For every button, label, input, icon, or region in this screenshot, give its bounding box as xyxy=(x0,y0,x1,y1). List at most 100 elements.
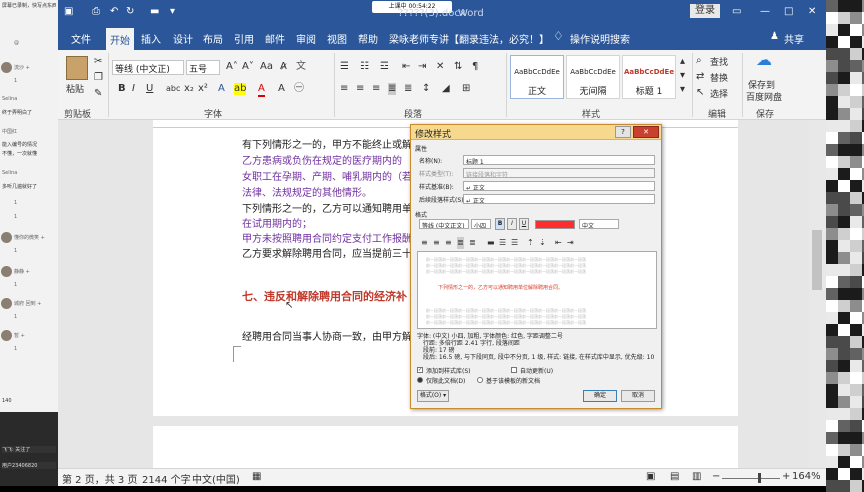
print-icon[interactable]: ⎙ xyxy=(92,6,100,18)
clear-format-icon[interactable]: A̷ xyxy=(280,61,287,73)
dlg-align-right-icon[interactable]: ≡ xyxy=(445,237,452,249)
underline-icon[interactable]: U xyxy=(146,83,153,95)
format-painter-icon[interactable]: ✎ xyxy=(94,88,102,100)
zoom-level[interactable]: 164% xyxy=(792,471,821,482)
font-name-combo[interactable]: 等线 (中文正) xyxy=(112,60,184,75)
tab-help[interactable]: 帮助 xyxy=(358,31,378,46)
tab-references[interactable]: 引用 xyxy=(234,31,254,46)
dialog-bold-button[interactable]: B xyxy=(495,218,505,230)
align-left-icon[interactable]: ≡ xyxy=(340,83,348,95)
next-style-select[interactable]: ↵ 正文 xyxy=(463,194,655,204)
dlg-decrease-indent-icon[interactable]: ⇤ xyxy=(555,237,562,249)
shading-icon[interactable]: ◢ xyxy=(442,83,450,95)
change-case-icon[interactable]: Aa xyxy=(260,61,273,73)
dialog-close-icon[interactable]: ✕ xyxy=(633,126,659,138)
dlg-align-center-icon[interactable]: ≡ xyxy=(433,237,440,249)
tab-insert[interactable]: 插入 xyxy=(141,31,161,46)
auto-update-checkbox[interactable] xyxy=(511,367,517,373)
style-normal[interactable]: AaBbCcDdEe 正文 xyxy=(510,55,564,99)
macro-icon[interactable]: ▦ xyxy=(252,471,261,482)
dlg-space-before-icon[interactable]: ⇡ xyxy=(527,237,534,249)
help-icon[interactable]: ? xyxy=(615,126,631,138)
cut-icon[interactable]: ✂ xyxy=(94,56,102,68)
ribbon-display-icon[interactable]: ▭ xyxy=(732,6,741,18)
cancel-button[interactable]: 取消 xyxy=(621,390,655,402)
scroll-thumb[interactable] xyxy=(812,230,822,290)
dialog-lang-select[interactable]: 中文 xyxy=(579,219,619,229)
tab-file[interactable]: 文件 xyxy=(71,31,91,46)
dlg-increase-indent-icon[interactable]: ⇥ xyxy=(567,237,574,249)
text-effects-icon[interactable]: A xyxy=(218,83,225,95)
phonetic-icon[interactable]: 文 xyxy=(296,61,306,73)
zoom-slider-thumb[interactable] xyxy=(758,473,761,483)
align-right-icon[interactable]: ≡ xyxy=(372,83,380,95)
add-to-gallery-checkbox[interactable]: ✓ xyxy=(417,367,423,373)
show-marks-icon[interactable]: ¶ xyxy=(472,61,478,73)
strikethrough-icon[interactable]: abc xyxy=(166,83,180,95)
customize-icon[interactable]: ▾ xyxy=(170,6,175,18)
new-docs-radio[interactable] xyxy=(477,377,483,383)
dlg-justify-icon[interactable]: ≣ xyxy=(457,237,464,249)
replace-button[interactable]: 替换 xyxy=(710,71,728,84)
align-center-icon[interactable]: ≡ xyxy=(356,83,364,95)
dlg-space-after-icon[interactable]: ⇣ xyxy=(539,237,546,249)
multilevel-icon[interactable]: ☲ xyxy=(380,61,389,73)
grow-font-icon[interactable]: A˄ xyxy=(226,61,238,73)
dlg-align-left-icon[interactable]: ≡ xyxy=(421,237,428,249)
decrease-indent-icon[interactable]: ⇤ xyxy=(402,61,410,73)
page-count[interactable]: 第 2 页，共 3 页 xyxy=(62,471,137,486)
tell-me-search[interactable]: 操作说明搜索 xyxy=(570,31,630,46)
dialog-size-select[interactable]: 小四 xyxy=(471,219,491,229)
subscript-icon[interactable]: x₂ xyxy=(184,83,194,95)
close-icon[interactable]: ✕ xyxy=(808,6,816,18)
justify-icon[interactable]: ≣ xyxy=(388,83,397,95)
bullets-icon[interactable]: ☰ xyxy=(340,61,349,73)
name-field[interactable]: 标题 1 xyxy=(463,155,655,165)
superscript-icon[interactable]: x² xyxy=(198,83,208,95)
style-heading-1[interactable]: AaBbCcDdEe 标题 1 xyxy=(622,55,676,99)
dlg-distributed-icon[interactable]: ≣ xyxy=(469,237,476,249)
vertical-scrollbar[interactable] xyxy=(809,120,826,468)
shrink-font-icon[interactable]: A˅ xyxy=(242,61,254,73)
select-icon[interactable]: ↖ xyxy=(696,87,704,99)
increase-indent-icon[interactable]: ⇥ xyxy=(418,61,426,73)
italic-icon[interactable]: I xyxy=(132,83,135,95)
login-button[interactable]: 登录 xyxy=(690,4,720,18)
tab-mailings[interactable]: 邮件 xyxy=(265,31,285,46)
minimize-icon[interactable]: — xyxy=(760,6,770,18)
web-layout-icon[interactable]: ▥ xyxy=(692,471,701,482)
dialog-underline-button[interactable]: U xyxy=(519,218,529,230)
enclosed-char-icon[interactable]: ㊀ xyxy=(294,83,304,95)
borders-icon[interactable]: ⊞ xyxy=(462,83,470,95)
read-mode-icon[interactable]: ▣ xyxy=(646,471,655,482)
folder-icon[interactable]: ▬ xyxy=(150,6,159,18)
bold-icon[interactable]: B xyxy=(118,83,126,95)
dlg-spacing-2-icon[interactable]: ☰ xyxy=(499,237,506,249)
replace-icon[interactable]: ⇄ xyxy=(696,71,704,83)
baidu-cloud-icon[interactable]: ☁ xyxy=(756,52,772,68)
document-page-2[interactable] xyxy=(153,426,738,468)
chinese-layout-icon[interactable]: ✕ xyxy=(436,61,444,73)
char-shading-icon[interactable]: A xyxy=(278,83,285,95)
dlg-spacing-3-icon[interactable]: ☰ xyxy=(511,237,518,249)
tab-review[interactable]: 审阅 xyxy=(296,31,316,46)
dialog-font-select[interactable]: 等线 (中文正文) xyxy=(419,219,469,229)
dlg-spacing-1-icon[interactable]: ▬ xyxy=(487,237,495,249)
share-icon[interactable]: ♟ xyxy=(770,31,779,43)
word-count[interactable]: 2144 个字 xyxy=(142,471,191,486)
ok-button[interactable]: 确定 xyxy=(583,390,617,402)
font-color-icon[interactable]: A xyxy=(258,83,265,97)
tab-home[interactable]: 开始 xyxy=(106,28,134,50)
only-this-doc-radio[interactable] xyxy=(417,377,423,383)
numbering-icon[interactable]: ☷ xyxy=(360,61,369,73)
format-button[interactable]: 格式(O) ▾ xyxy=(417,390,449,402)
paste-icon[interactable] xyxy=(66,56,88,80)
tab-teacher[interactable]: 梁咏老师专讲【翻录违法，必究！】 xyxy=(389,31,549,46)
select-button[interactable]: 选择 xyxy=(710,87,728,100)
tab-design[interactable]: 设计 xyxy=(173,31,193,46)
styles-down-icon[interactable]: ▾ xyxy=(680,70,685,82)
share-button[interactable]: 共享 xyxy=(784,31,804,46)
based-on-select[interactable]: ↵ 正文 xyxy=(463,181,655,191)
font-size-combo[interactable]: 五号 xyxy=(186,60,220,75)
tab-layout[interactable]: 布局 xyxy=(203,31,223,46)
